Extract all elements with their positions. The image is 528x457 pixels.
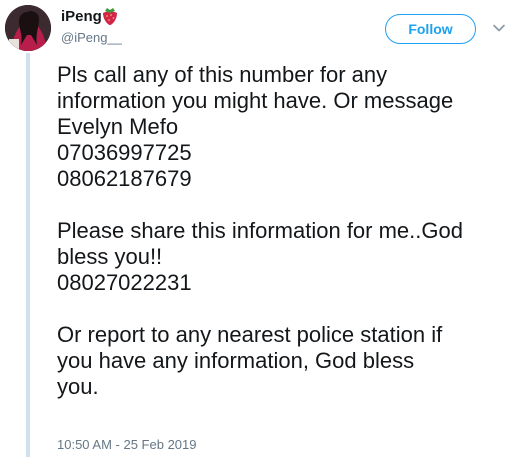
- tweet-line: Or report to any nearest police station …: [57, 322, 443, 347]
- thread-line: [26, 53, 30, 457]
- tweet-line: Pls call any of this number for any: [57, 62, 388, 87]
- tweet-timestamp[interactable]: 10:50 AM - 25 Feb 2019: [57, 437, 196, 452]
- tweet-line: Evelyn Mefo: [57, 114, 179, 139]
- phone-number: 08027022231: [57, 270, 192, 295]
- tweet-text: Pls call any of this number for any info…: [57, 62, 521, 400]
- tweet-line: you.: [57, 374, 99, 399]
- avatar-photo: [5, 5, 51, 51]
- tweet-line: Please share this information for me..Go…: [57, 218, 463, 243]
- tweet-paragraph-1: Pls call any of this number for any info…: [57, 62, 521, 192]
- follow-button[interactable]: Follow: [385, 14, 476, 44]
- tweet-line: bless you!!: [57, 244, 163, 269]
- phone-number: 08062187679: [57, 166, 192, 191]
- chevron-down-icon[interactable]: [491, 20, 507, 36]
- author-handle[interactable]: @iPeng__: [61, 30, 122, 45]
- tweet-paragraph-2: Please share this information for me..Go…: [57, 218, 521, 296]
- avatar[interactable]: [5, 5, 51, 51]
- strawberry-emoji-icon: [103, 8, 117, 25]
- author-display-name[interactable]: iPeng: [61, 8, 102, 25]
- tweet-line: you have any information, God bless: [57, 348, 415, 373]
- tweet-paragraph-3: Or report to any nearest police station …: [57, 322, 521, 400]
- tweet-line: information you might have. Or message: [57, 88, 454, 113]
- phone-number: 07036997725: [57, 140, 192, 165]
